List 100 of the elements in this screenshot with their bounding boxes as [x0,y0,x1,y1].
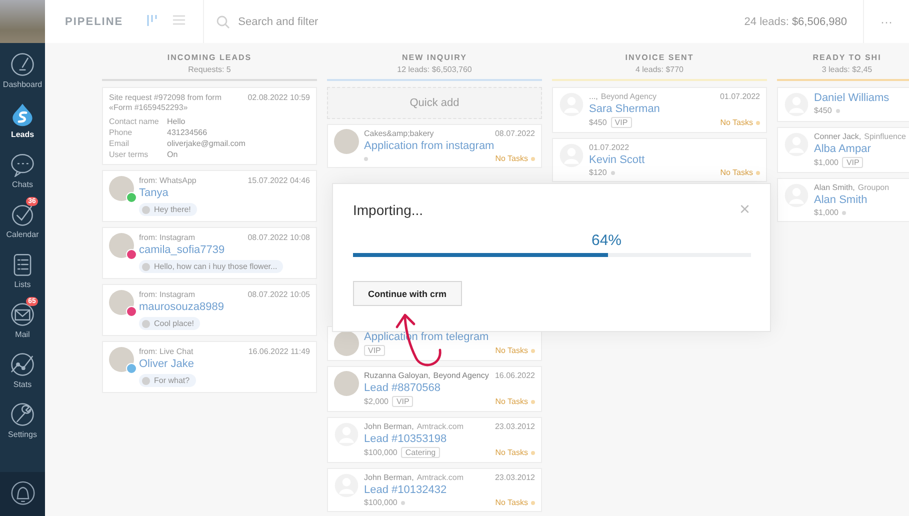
lead-card[interactable]: Ruzanna Galoyan, Beyond Agency 16.06.2022 Lead #8870568 $2,000 VIP No Tasks [327,366,542,412]
check-icon [10,202,35,227]
lead-title-link[interactable]: Sara Sherman [589,103,760,115]
lead-card[interactable]: John Berman, Amtrack.com 23.03.2012 Lead #10132432 $100,000 No Tasks [327,468,542,512]
chat-card[interactable]: from: Instagram 08.07.2022 10:08 camila_sofia7739 Hello, how can i huy those flower... [102,227,317,279]
nav-item[interactable]: Dashboard [0,43,45,93]
quick-add-button[interactable]: Quick add [327,87,542,119]
date-label: 16.06.2022 11:49 [248,347,310,356]
lead-title-link[interactable]: Lead #10353198 [364,433,535,445]
price-label: $450 [814,106,832,115]
contact-label: John Berman, Amtrack.com [364,473,464,482]
dot-icon [610,170,615,174]
list-icon [172,13,186,27]
contact-label: Ruzanna Galoyan, Beyond Agency [364,371,489,380]
drop-icon [10,102,35,127]
chat-icon [10,152,35,177]
price-label: $1,000 [814,158,838,167]
contact-link[interactable]: Tanya [139,187,310,199]
nav-item[interactable]: Lists [0,243,45,293]
contact-label: Cakes&amp;bakery [364,129,434,138]
lead-title-link[interactable]: Kevin Scott [589,154,760,166]
message-bubble: Hello, how can i huy those flower... [139,260,284,273]
field-value: 431234566 [167,128,208,137]
lead-card[interactable]: Alan Smith, Groupon Alan Smith $1,000 [777,178,909,222]
field-label: Email [109,139,130,148]
lead-card[interactable]: Site request #972098 from form «Form #1659452293» 02.08.2022 10:59 Contact name Hello Phone 431234566 Email oliverjake@gmail.com User terms On [102,87,317,165]
progress-percent: 64% [591,232,622,249]
avatar-icon [142,376,150,384]
dot-icon [531,400,535,404]
price-label: $120 [589,168,607,177]
price-label: $450 [589,118,607,127]
lead-title-link[interactable]: Application from instagram [364,140,535,152]
tag-label: VIP [842,157,864,168]
dialog-title: Importing... [353,202,424,218]
tasks-label: No Tasks [495,346,528,355]
lead-title-link[interactable]: Alba Ampar [814,143,909,155]
chat-card[interactable]: from: Live Chat 16.06.2022 11:49 Oliver Jake For what? [102,341,317,393]
message-bubble: For what? [139,374,196,387]
column-title: NEW INQUIRY [402,53,467,62]
wrench-icon [10,402,35,427]
lead-title-link[interactable]: Lead #8870568 [364,382,535,394]
nav-item[interactable]: Stats [0,343,45,393]
chat-card[interactable]: from: WhatsApp 15.07.2022 04:46 Tanya Hey there! [102,170,317,222]
date-label: 01.07.2022 [720,92,760,101]
contact-label: Alan Smith, Groupon [814,183,890,192]
chat-card[interactable]: from: Instagram 08.07.2022 10:05 maurosouza8989 Cool place! [102,284,317,336]
total-label: 24 leads: [744,16,789,28]
source-label: from: WhatsApp [139,176,196,185]
nav-item[interactable]: Leads [0,93,45,143]
lead-title-link[interactable]: Lead #10132432 [364,484,535,496]
contact-link[interactable]: maurosouza8989 [139,301,310,313]
lead-card[interactable]: John Berman, Amtrack.com 23.03.2012 Lead #10353198 $100,000 Catering No Tasks [327,417,542,463]
tag-label: VIP [610,117,632,128]
contact-label: John Berman, Amtrack.com [364,422,464,431]
search-icon [216,14,230,28]
lead-card[interactable]: 01.07.2022 Kevin Scott $120 No Tasks [552,138,767,182]
price-label: $1,000 [814,208,838,217]
contact-label: Conner Jack, Spinfluence [814,132,906,141]
price-label: $2,000 [364,397,388,406]
contact-label: ..., Beyond Agency [589,92,656,101]
date-label: 02.08.2022 10:59 [248,93,310,104]
lead-title-link[interactable]: Alan Smith [814,194,909,206]
nav-item[interactable]: Chats [0,143,45,193]
lead-card[interactable]: ..., Beyond Agency 01.07.2022 Sara Sherman $450 VIP No Tasks [552,87,767,133]
price-label: $100,000 [364,448,398,457]
source-label: from: Instagram [139,233,196,242]
lead-title-link[interactable]: Daniel Williams [814,92,909,104]
column-summary: 12 leads: $6,503,760 [397,65,472,74]
dot-icon [836,108,840,112]
field-label: Phone [109,128,134,137]
date-label: 08.07.2022 [494,129,535,138]
lead-card[interactable]: Daniel Williams $450 [777,87,909,122]
field-label: User terms [109,150,150,159]
message-bubble: Hey there! [139,203,197,216]
field-value: On [167,150,178,159]
lead-card[interactable]: Cakes&amp;bakery 08.07.2022 Application from instagram No Tasks [327,124,542,168]
field-value: oliverjake@gmail.com [167,139,246,148]
contact-link[interactable]: camila_sofia7739 [139,244,310,256]
date-label: 23.03.2012 [494,422,535,431]
gauge-icon [10,52,35,77]
dot-icon [531,348,535,352]
source-label: from: Instagram [139,290,196,299]
date-label: 16.06.2022 [494,371,535,380]
avatar-icon [142,262,150,270]
dot-icon [364,156,368,160]
tasks-label: No Tasks [720,168,753,177]
date-label: 08.07.2022 10:08 [248,233,310,242]
notifications-button[interactable] [0,472,45,516]
lead-card[interactable]: Conner Jack, Spinfluence Alba Ampar $1,000 VIP [777,127,909,173]
dot-icon [756,120,760,124]
column-title: INVOICE SENT [625,53,694,62]
contact-link[interactable]: Oliver Jake [139,358,310,370]
tag-label: Catering [401,447,440,458]
date-label: 15.07.2022 04:46 [248,176,310,185]
nav-item[interactable]: Settings [0,393,45,443]
close-button[interactable]: × [739,202,750,216]
column-title: INCOMING LEADS [167,53,252,62]
search-field[interactable]: Search and filter [236,14,440,28]
continue-button[interactable]: Continue with crm [353,281,462,306]
date-label: 01.07.2022 [589,143,630,152]
